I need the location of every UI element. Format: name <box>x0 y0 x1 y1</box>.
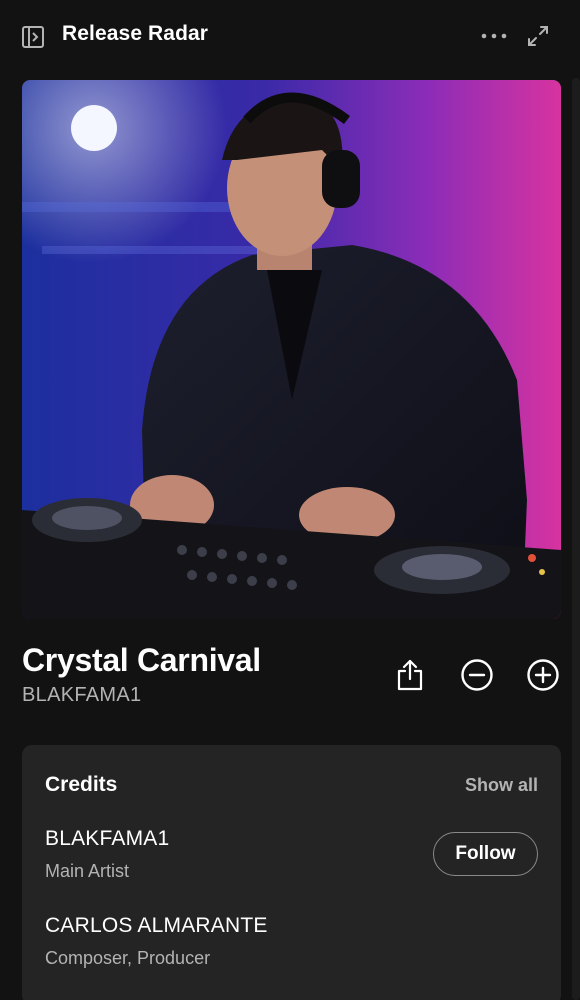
header-bar: Release Radar <box>0 0 580 72</box>
follow-button[interactable]: Follow <box>433 832 538 876</box>
credit-item: BLAKFAMA1 Main Artist <box>45 827 169 882</box>
minus-circle-icon[interactable] <box>457 655 497 695</box>
sidebar-panel-icon[interactable] <box>20 24 46 50</box>
credit-role: Composer, Producer <box>45 948 211 968</box>
credit-name[interactable]: CARLOS ALMARANTE <box>45 914 268 938</box>
credit-role: Main Artist <box>45 861 130 881</box>
share-icon[interactable] <box>390 655 430 695</box>
page-title: Release Radar <box>62 22 209 45</box>
credit-name[interactable]: BLAKFAMA1 <box>45 827 169 851</box>
credits-card: Credits Show all BLAKFAMA1 Main Artist F… <box>22 745 561 1000</box>
credits-heading: Credits <box>45 773 118 796</box>
album-cover-image <box>22 80 561 619</box>
expand-fullscreen-icon[interactable] <box>526 24 550 48</box>
show-all-link[interactable]: Show all <box>465 775 538 796</box>
track-artist[interactable]: BLAKFAMA1 <box>22 684 141 707</box>
more-options-icon[interactable] <box>480 26 508 46</box>
plus-circle-icon[interactable] <box>523 655 563 695</box>
track-title: Crystal Carnival <box>22 642 261 678</box>
credit-item: CARLOS ALMARANTE Composer, Producer <box>45 914 268 969</box>
scrollbar[interactable] <box>572 78 580 1000</box>
